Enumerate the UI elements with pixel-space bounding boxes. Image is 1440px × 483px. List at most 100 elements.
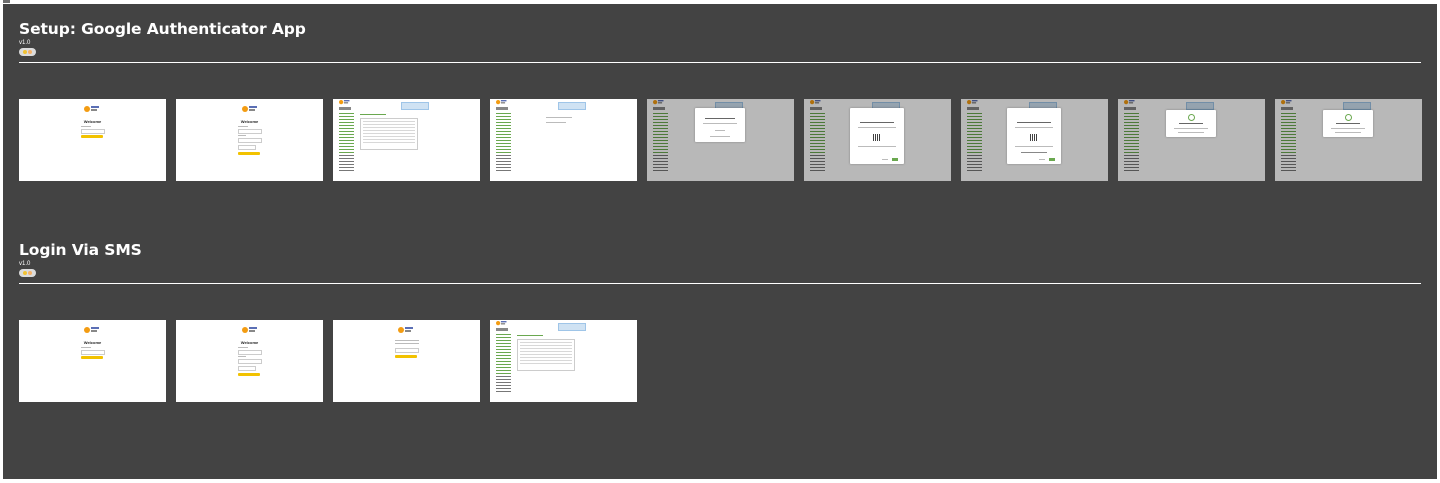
logo-mark (339, 100, 344, 105)
logo (496, 100, 507, 105)
password-field (238, 138, 262, 143)
qr-code (1030, 134, 1037, 141)
sidebar-item (496, 373, 511, 374)
page-heading (339, 107, 351, 110)
screen-thumbnail-sms-welcome-login-form[interactable]: Welcome (176, 320, 323, 402)
welcome-heading: Welcome (83, 340, 102, 345)
welcome-heading: Welcome (240, 340, 259, 345)
username-field (238, 350, 262, 355)
sidebar-item (496, 361, 511, 362)
table-row (363, 142, 415, 143)
sidebar-item (496, 385, 511, 386)
welcome-heading: Welcome (83, 119, 102, 124)
sidebar-item (339, 137, 354, 138)
canvas-corner-marker (3, 0, 10, 3)
status-dot (28, 271, 32, 275)
screen-thumbnail-authenticator-qr-modal[interactable] (804, 99, 951, 181)
settings-text (546, 122, 566, 123)
screen-thumbnail-welcome-login-form[interactable]: Welcome (176, 99, 323, 181)
qr-code (873, 134, 880, 141)
flow-section-login-sms: Login Via SMS v1.0 Welcome Welcome (19, 241, 1421, 406)
screen-thumbnail-success-modal-2[interactable] (1275, 99, 1422, 181)
logo-tagline (343, 102, 349, 104)
login-button (81, 135, 103, 138)
sidebar-item (496, 149, 511, 150)
logo-tagline (405, 330, 411, 332)
modal-dialog (1323, 110, 1373, 137)
sidebar-item (496, 152, 511, 153)
username-field (81, 129, 105, 134)
sidebar-item (496, 334, 511, 335)
modal-body (1015, 127, 1053, 128)
logo-tagline (249, 330, 255, 332)
data-table (517, 339, 575, 371)
modal-body (858, 127, 896, 128)
table-row (520, 363, 572, 364)
screen-thumbnail-welcome-login[interactable]: Welcome (19, 99, 166, 181)
sidebar-item (496, 113, 511, 114)
sidebar-item (496, 164, 511, 165)
sidebar-nav (496, 113, 511, 173)
logo-mark (84, 327, 90, 333)
cancel-link (882, 159, 888, 160)
logo-tagline (500, 102, 506, 104)
sidebar-item (339, 143, 354, 144)
screen-thumbnail-sms-welcome-login[interactable]: Welcome (19, 320, 166, 402)
screen-thumbnail-dashboard-settings[interactable] (490, 99, 637, 181)
submit-button (395, 355, 417, 358)
sidebar-item (496, 155, 511, 156)
screen-thumbnail-secure-account-modal[interactable] (647, 99, 794, 181)
modal-dialog (850, 108, 904, 164)
modal-body (1174, 128, 1208, 129)
sidebar-item (496, 146, 511, 147)
flow-canvas[interactable]: Setup: Google Authenticator App v1.0 Wel… (3, 4, 1437, 479)
sidebar-item (496, 391, 511, 392)
sidebar-item (339, 167, 354, 168)
username-field (238, 129, 262, 134)
logo-mark (84, 106, 90, 112)
modal-body (1331, 128, 1365, 129)
status-badge (19, 269, 36, 277)
form-label (238, 126, 248, 127)
sms-instructions (395, 343, 419, 344)
form-label (81, 347, 91, 348)
sidebar-item (496, 358, 511, 359)
screen-thumbnail-authenticator-code-modal[interactable] (961, 99, 1108, 181)
flow-title: Setup: Google Authenticator App (19, 20, 306, 38)
sidebar-item (339, 119, 354, 120)
logo (242, 327, 258, 334)
table-row (363, 124, 415, 125)
logo-wordmark (249, 327, 257, 329)
sidebar-item (496, 140, 511, 141)
sidebar-item (496, 367, 511, 368)
screen-thumbnail-dashboard-table[interactable] (333, 99, 480, 181)
verify-button (892, 158, 898, 161)
sidebar-item (339, 155, 354, 156)
screen-thumbnail-sms-dashboard[interactable] (490, 320, 637, 402)
table-row (520, 348, 572, 349)
table-row (363, 130, 415, 131)
sidebar-item (339, 116, 354, 117)
success-icon (1345, 114, 1352, 121)
screen-thumbnail-success-modal-1[interactable] (1118, 99, 1265, 181)
login-button (238, 152, 260, 155)
logo-mark (242, 106, 248, 112)
modal-dialog (695, 108, 745, 142)
logo-tagline (249, 109, 255, 111)
sidebar-item (339, 128, 354, 129)
screen-thumbnail-sms-code-entry[interactable] (333, 320, 480, 402)
form-label (238, 347, 248, 348)
sidebar-item (339, 152, 354, 153)
table-row (520, 360, 572, 361)
sidebar-item (496, 131, 511, 132)
status-dot (28, 50, 32, 54)
schedule-widget (558, 102, 586, 110)
modal-title (1017, 122, 1051, 123)
modal-dialog (1007, 108, 1061, 164)
table-row (363, 127, 415, 128)
sidebar-item (496, 128, 511, 129)
success-icon (1188, 114, 1195, 121)
sidebar-item (339, 122, 354, 123)
logo-tagline (91, 109, 97, 111)
password-field (238, 359, 262, 364)
